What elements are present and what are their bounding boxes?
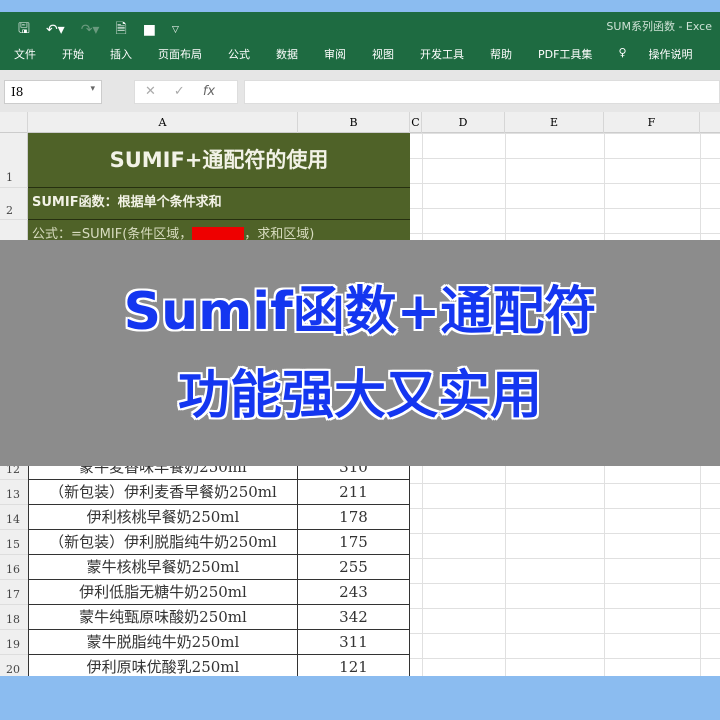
formula-buttons: ✕ ✓ fx [134, 80, 238, 104]
fx-icon[interactable]: fx [203, 84, 215, 100]
column-header-f[interactable]: F [604, 112, 700, 133]
caption-line-1: Sumif函数+通配符 [123, 282, 597, 342]
lightbulb-icon: ♀ [618, 46, 627, 59]
caption-overlay: Sumif函数+通配符 功能强大又实用 [0, 240, 720, 466]
sales-value-cell[interactable]: 255 [298, 555, 410, 580]
product-name-cell[interactable]: 伊利低脂无糖牛奶250ml [28, 580, 298, 605]
name-box-value: I8 [11, 85, 24, 99]
product-name-cell[interactable]: 蒙牛核桃早餐奶250ml [28, 555, 298, 580]
formula-bar: I8 ▾ ✕ ✓ fx [0, 70, 720, 112]
chevron-down-icon[interactable]: ▾ [90, 84, 95, 94]
sales-value-cell[interactable]: 178 [298, 505, 410, 530]
window-title: SUM系列函数 - Exce [606, 20, 712, 33]
sales-value-cell[interactable]: 243 [298, 580, 410, 605]
ribbon-tab[interactable]: 插入 [110, 46, 132, 62]
product-name-cell[interactable]: （新包装）伊利麦香早餐奶250ml [28, 480, 298, 505]
sales-value-cell[interactable]: 311 [298, 630, 410, 655]
caption-line-2: 功能强大又实用 [177, 366, 542, 426]
customize-qat-icon[interactable]: ▽ [172, 25, 179, 35]
quick-access-toolbar: 🖫 ↶▾ ↷▾ 🗎 ■ ▽ [18, 18, 179, 42]
row-header[interactable]: 18 [0, 605, 28, 630]
description-cell[interactable]: SUMIF函数：根据单个条件求和 [28, 188, 410, 220]
top-border [0, 0, 720, 12]
row-header[interactable]: 2 [0, 188, 28, 220]
ribbon: 🖫 ↶▾ ↷▾ 🗎 ■ ▽ SUM系列函数 - Exce 文件 开始 插入 页面布局 公… [0, 12, 720, 70]
sales-value-cell[interactable]: 342 [298, 605, 410, 630]
ribbon-tab[interactable]: 审阅 [324, 46, 346, 62]
column-header-d[interactable]: D [422, 112, 505, 133]
sales-value-cell[interactable]: 175 [298, 530, 410, 555]
row-header[interactable]: 14 [0, 505, 28, 530]
bottom-border [0, 676, 720, 720]
ribbon-tab[interactable]: 数据 [276, 46, 298, 62]
sheet-title-cell[interactable]: SUMIF+通配符的使用 [28, 133, 410, 188]
ribbon-tabs: 文件 开始 插入 页面布局 公式 数据 审阅 视图 开发工具 帮助 PDF工具集 ♀ 操作说明 [14, 46, 719, 62]
camera-icon[interactable]: ■ [143, 22, 156, 38]
ribbon-tab[interactable]: 开始 [62, 46, 84, 62]
product-name-cell[interactable]: 蒙牛脱脂纯牛奶250ml [28, 630, 298, 655]
select-all[interactable] [0, 112, 28, 133]
ribbon-tab[interactable]: 开发工具 [420, 46, 464, 62]
column-headers: A B C D E F [0, 112, 720, 133]
ribbon-tab[interactable]: 页面布局 [158, 46, 202, 62]
row-header[interactable]: 17 [0, 580, 28, 605]
ribbon-tab[interactable]: 视图 [372, 46, 394, 62]
cancel-icon[interactable]: ✕ [145, 84, 156, 100]
ribbon-tab[interactable]: 公式 [228, 46, 250, 62]
column-header-e[interactable]: E [505, 112, 604, 133]
ribbon-tab[interactable]: 操作说明 [649, 46, 693, 62]
product-name-cell[interactable]: （新包装）伊利脱脂纯牛奶250ml [28, 530, 298, 555]
row-header[interactable]: 15 [0, 530, 28, 555]
redo-icon[interactable]: ↷▾ [81, 22, 100, 38]
row-header[interactable]: 1 [0, 133, 28, 188]
print-preview-icon[interactable]: 🗎 [115, 18, 126, 42]
column-header-c[interactable]: C [410, 112, 422, 133]
undo-icon[interactable]: ↶▾ [46, 22, 65, 38]
row-header[interactable]: 13 [0, 480, 28, 505]
sales-value-cell[interactable]: 211 [298, 480, 410, 505]
formula-input[interactable] [244, 80, 720, 104]
row-header[interactable]: 16 [0, 555, 28, 580]
ribbon-tab[interactable]: PDF工具集 [538, 46, 592, 62]
column-header-a[interactable]: A [28, 112, 298, 133]
product-name-cell[interactable]: 蒙牛纯甄原味酸奶250ml [28, 605, 298, 630]
ribbon-tab[interactable]: 帮助 [490, 46, 512, 62]
enter-icon[interactable]: ✓ [174, 84, 185, 100]
save-icon[interactable]: 🖫 [18, 18, 30, 42]
ribbon-tab[interactable]: 文件 [14, 46, 36, 62]
name-box[interactable]: I8 ▾ [4, 80, 102, 104]
column-header-b[interactable]: B [298, 112, 410, 133]
product-name-cell[interactable]: 伊利核桃早餐奶250ml [28, 505, 298, 530]
row-header[interactable]: 19 [0, 630, 28, 655]
